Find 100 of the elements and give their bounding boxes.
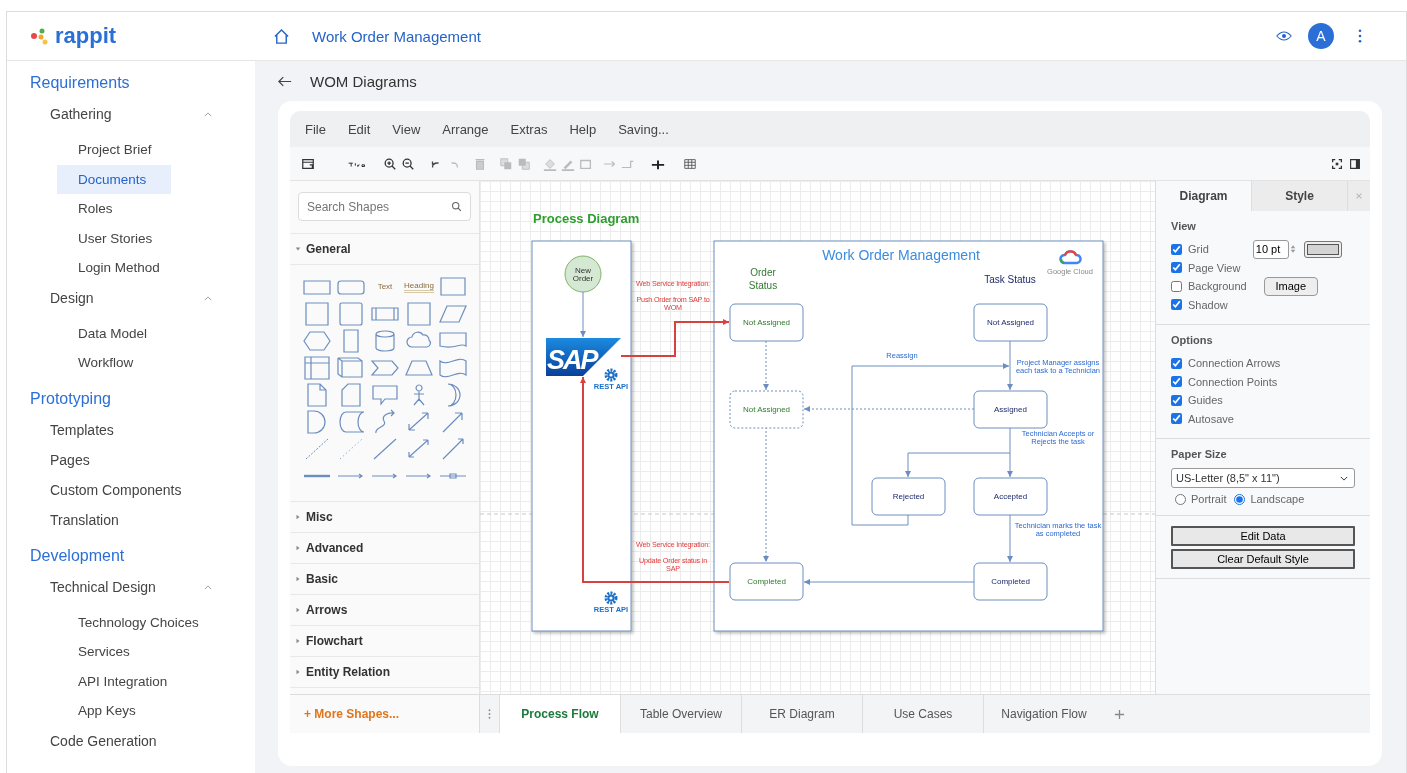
section-heading[interactable]: Requirements bbox=[7, 66, 255, 99]
nav-item[interactable]: API Integration bbox=[7, 666, 255, 696]
nav-item[interactable]: Gathering bbox=[7, 99, 212, 129]
zoom-out-icon[interactable] bbox=[401, 156, 415, 171]
page-tab[interactable]: Navigation Flow bbox=[983, 695, 1104, 733]
panel-icon[interactable] bbox=[301, 156, 315, 171]
category-header[interactable]: Flowchart bbox=[290, 626, 479, 657]
menu-item[interactable]: Arrange bbox=[442, 121, 489, 137]
category-header[interactable]: Basic bbox=[290, 564, 479, 595]
category-header[interactable]: Entity Relation bbox=[290, 657, 479, 688]
grid-size-field[interactable]: 10 pt bbox=[1252, 239, 1289, 259]
panel-button[interactable]: Edit Data bbox=[1171, 526, 1355, 546]
checkbox[interactable] bbox=[1171, 394, 1182, 406]
checkbox-label: Background bbox=[1188, 280, 1247, 293]
nav-item[interactable]: Technical Design bbox=[7, 571, 212, 602]
caret-icon[interactable] bbox=[1340, 475, 1348, 481]
nav-item[interactable]: Custom Components bbox=[7, 474, 212, 505]
nav-item[interactable]: Login Method bbox=[7, 253, 255, 283]
page-tab[interactable]: Use Cases bbox=[862, 695, 983, 733]
category-label: General bbox=[306, 242, 351, 256]
paper-size-select[interactable]: US-Letter (8,5" x 11") bbox=[1171, 468, 1355, 488]
nav-item[interactable]: Workflow bbox=[7, 348, 255, 378]
category-header[interactable]: Advanced bbox=[290, 533, 479, 564]
page-tab[interactable]: Table Overview bbox=[620, 695, 741, 733]
checkbox[interactable] bbox=[1171, 299, 1182, 311]
delete-icon[interactable] bbox=[473, 156, 487, 171]
nav-item[interactable]: Code Generation bbox=[7, 725, 212, 756]
category-header[interactable]: Arrows bbox=[290, 595, 479, 626]
checkbox[interactable] bbox=[1171, 413, 1182, 425]
to-front-icon[interactable] bbox=[499, 156, 513, 171]
nav-item[interactable]: Pages bbox=[7, 444, 212, 475]
panel-tab[interactable]: Style bbox=[1251, 181, 1347, 211]
checkbox-label: Connection Arrows bbox=[1188, 357, 1281, 370]
section-heading[interactable]: Prototyping bbox=[7, 381, 255, 415]
shape-icon[interactable] bbox=[336, 354, 366, 381]
category-label: Entity Relation bbox=[306, 665, 390, 679]
home-icon[interactable] bbox=[273, 27, 290, 45]
nav-item[interactable]: Data Model bbox=[7, 318, 255, 348]
nav-item[interactable]: Design bbox=[7, 282, 212, 313]
menu-item[interactable]: View bbox=[392, 121, 421, 137]
shape-icon[interactable] bbox=[336, 300, 366, 327]
back-icon[interactable] bbox=[278, 75, 292, 87]
add-page-icon[interactable] bbox=[1114, 708, 1125, 720]
nav-item[interactable]: User Stories bbox=[7, 223, 255, 253]
table-icon[interactable] bbox=[683, 156, 697, 171]
pages-menu-icon[interactable] bbox=[488, 708, 491, 720]
checkbox[interactable] bbox=[1171, 243, 1182, 255]
nav-item[interactable]: Project Brief bbox=[7, 135, 255, 165]
nav-item[interactable]: Translation bbox=[7, 504, 212, 535]
chevron-icon[interactable] bbox=[204, 295, 212, 301]
section-heading[interactable]: Development bbox=[7, 538, 255, 572]
menu-item[interactable]: File bbox=[305, 121, 326, 137]
chevron-icon[interactable] bbox=[204, 584, 212, 590]
category-header[interactable]: Misc bbox=[290, 502, 479, 533]
checkbox[interactable] bbox=[1171, 280, 1182, 292]
chevron-icon[interactable] bbox=[204, 112, 212, 118]
shape-icon[interactable] bbox=[404, 300, 434, 327]
menu-item[interactable]: Extras bbox=[510, 121, 548, 137]
diagram-title: Process Diagram bbox=[533, 211, 640, 226]
grid-color-button[interactable] bbox=[1303, 240, 1342, 258]
state-node: Not Assigned bbox=[729, 303, 804, 342]
nav-item[interactable]: Documents bbox=[57, 164, 171, 194]
to-back-icon[interactable] bbox=[517, 156, 531, 171]
radio-button[interactable] bbox=[1234, 493, 1246, 505]
format-panel-icon[interactable] bbox=[1348, 156, 1362, 171]
menu-item[interactable]: Edit bbox=[347, 121, 371, 137]
shape-icon[interactable] bbox=[302, 354, 332, 381]
page-tab[interactable]: ER Diagram bbox=[741, 695, 862, 733]
zoom-in-icon[interactable] bbox=[383, 156, 397, 171]
checkbox[interactable] bbox=[1171, 262, 1182, 274]
menu-item[interactable]: Help bbox=[569, 121, 597, 137]
radio-button[interactable] bbox=[1175, 493, 1186, 505]
shape-icon[interactable] bbox=[336, 408, 366, 435]
panel-button[interactable]: Clear Default Style bbox=[1171, 549, 1355, 569]
category-label: Misc bbox=[306, 510, 333, 524]
eye-icon[interactable] bbox=[1276, 30, 1292, 42]
nav-item[interactable]: App Keys bbox=[7, 696, 255, 726]
text-shape[interactable]: Text bbox=[377, 282, 393, 291]
nav-item[interactable]: Roles bbox=[7, 194, 255, 224]
checkbox[interactable] bbox=[1171, 357, 1182, 369]
logo[interactable]: rappit bbox=[55, 23, 117, 49]
nav-item[interactable]: Services bbox=[7, 637, 255, 667]
nav-item[interactable]: Templates bbox=[7, 414, 212, 445]
search-icon[interactable] bbox=[451, 201, 462, 212]
avatar[interactable]: A bbox=[1308, 23, 1334, 49]
nav-item[interactable]: Technology Choices bbox=[7, 607, 255, 637]
more-icon[interactable] bbox=[1358, 29, 1362, 43]
category-header[interactable]: General bbox=[290, 234, 479, 265]
category-label: Advanced bbox=[306, 541, 364, 555]
checkbox-label: Grid bbox=[1188, 243, 1209, 256]
shape-icon[interactable] bbox=[302, 300, 332, 327]
section-title: View bbox=[1171, 220, 1197, 232]
checkbox[interactable] bbox=[1171, 376, 1182, 388]
close-icon[interactable] bbox=[1355, 192, 1363, 200]
fill-color-icon[interactable] bbox=[543, 156, 557, 171]
state-node: Accepted bbox=[973, 477, 1048, 516]
fullscreen-icon[interactable] bbox=[1330, 156, 1344, 171]
page-tab[interactable]: Process Flow bbox=[499, 695, 620, 733]
search-field[interactable]: Search Shapes bbox=[298, 192, 471, 221]
image-button[interactable]: Image bbox=[1263, 276, 1318, 296]
